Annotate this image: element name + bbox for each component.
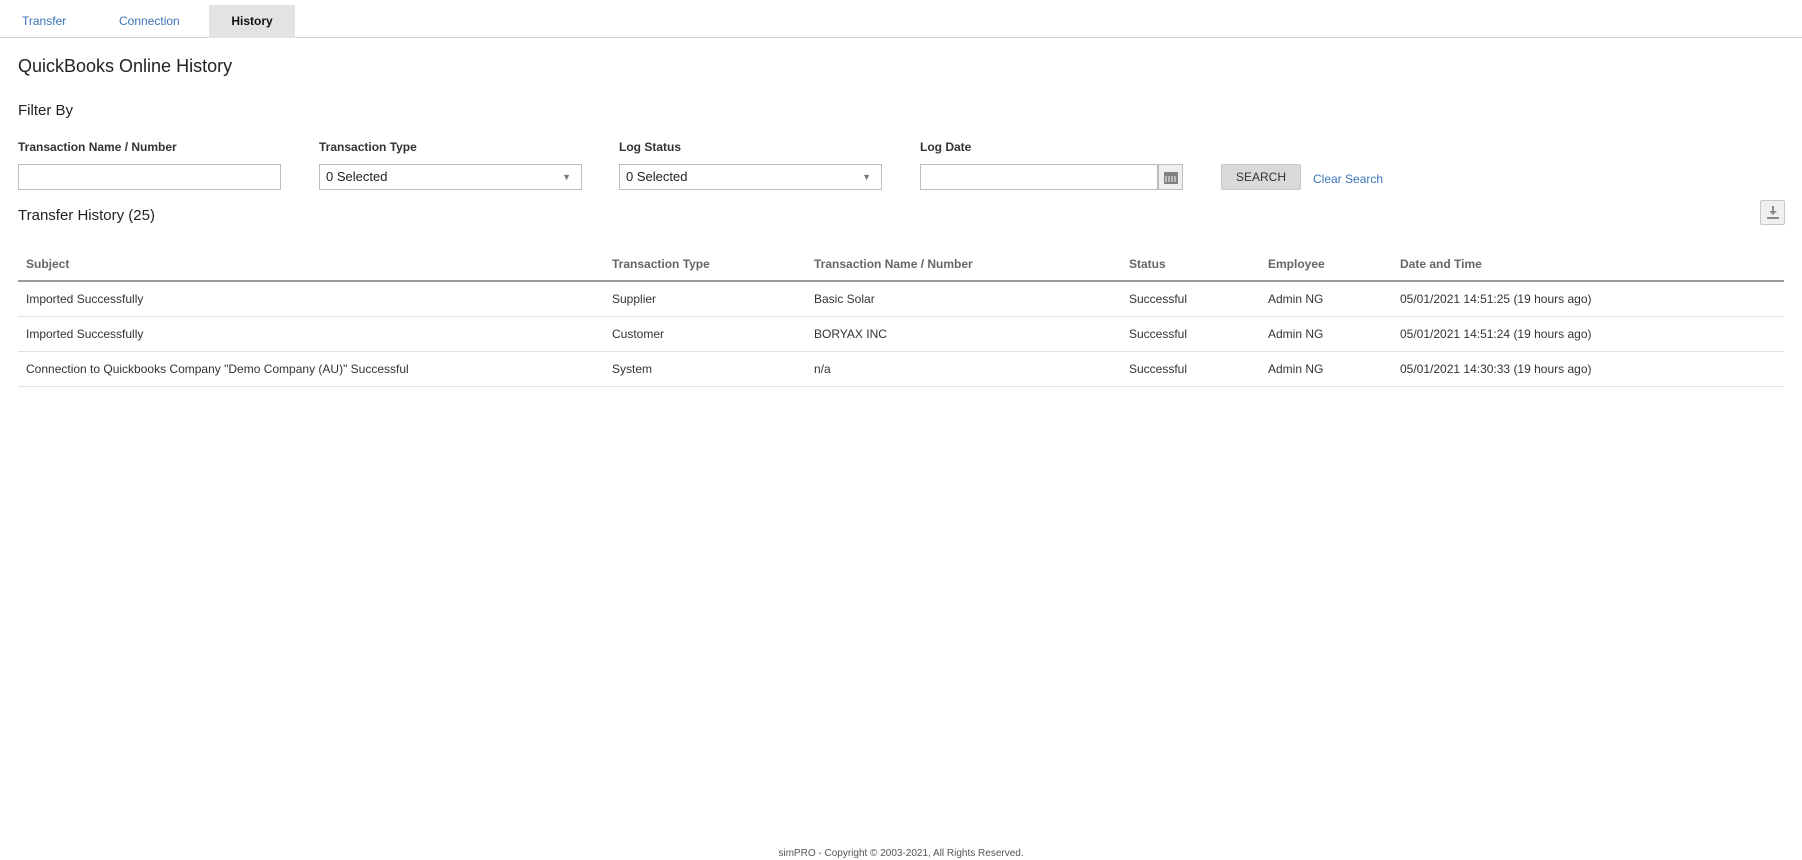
cell-employee: Admin NG (1260, 281, 1392, 317)
history-table: Subject Transaction Type Transaction Nam… (18, 247, 1784, 387)
cell-employee: Admin NG (1260, 351, 1392, 387)
cell-transaction-type: System (604, 351, 806, 387)
log-status-value: 0 Selected (626, 169, 688, 184)
transaction-type-select[interactable]: 0 Selected ▼ (319, 164, 582, 190)
transaction-type-label: Transaction Type (319, 140, 417, 154)
log-date-input[interactable] (920, 164, 1158, 190)
cell-subject: Connection to Quickbooks Company "Demo C… (18, 351, 604, 387)
calendar-icon (1164, 172, 1178, 184)
caret-down-icon: ▼ (862, 172, 871, 182)
transaction-name-label: Transaction Name / Number (18, 140, 177, 154)
cell-transaction-type: Customer (604, 316, 806, 352)
transaction-type-value: 0 Selected (326, 169, 388, 184)
log-status-label: Log Status (619, 140, 681, 154)
export-button[interactable] (1760, 200, 1785, 225)
cell-subject: Imported Successfully (18, 281, 604, 317)
transfer-history-title: Transfer History (25) (18, 207, 155, 224)
cell-transaction-name: Basic Solar (806, 281, 1121, 317)
column-header-status[interactable]: Status (1121, 247, 1260, 282)
column-header-employee[interactable]: Employee (1260, 247, 1392, 282)
column-header-transaction-type[interactable]: Transaction Type (604, 247, 806, 282)
footer-copyright: simPRO - Copyright © 2003-2021, All Righ… (778, 848, 1024, 859)
filter-heading: Filter By (18, 102, 74, 119)
cell-status: Successful (1121, 281, 1260, 317)
tab-history[interactable]: History (209, 5, 295, 38)
cell-date-time: 05/01/2021 14:51:25 (19 hours ago) (1392, 281, 1784, 317)
table-row[interactable]: Connection to Quickbooks Company "Demo C… (18, 351, 1784, 387)
table-header-row: Subject Transaction Type Transaction Nam… (18, 247, 1784, 282)
transaction-name-input[interactable] (18, 164, 281, 190)
date-picker-button[interactable] (1158, 164, 1183, 190)
column-header-date-time[interactable]: Date and Time (1392, 247, 1784, 282)
log-status-select[interactable]: 0 Selected ▼ (619, 164, 882, 190)
cell-date-time: 05/01/2021 14:51:24 (19 hours ago) (1392, 316, 1784, 352)
column-header-transaction-name[interactable]: Transaction Name / Number (806, 247, 1121, 282)
cell-employee: Admin NG (1260, 316, 1392, 352)
download-icon (1767, 206, 1779, 219)
cell-subject: Imported Successfully (18, 316, 604, 352)
cell-transaction-name: BORYAX INC (806, 316, 1121, 352)
cell-date-time: 05/01/2021 14:30:33 (19 hours ago) (1392, 351, 1784, 387)
cell-status: Successful (1121, 351, 1260, 387)
tab-connection[interactable]: Connection (119, 5, 180, 38)
table-row[interactable]: Imported Successfully Customer BORYAX IN… (18, 316, 1784, 352)
tab-bar: Transfer Connection History (0, 0, 1802, 38)
clear-search-link[interactable]: Clear Search (1313, 172, 1383, 186)
page-title: QuickBooks Online History (18, 56, 233, 76)
tab-transfer[interactable]: Transfer (22, 5, 66, 38)
search-button[interactable]: SEARCH (1221, 164, 1301, 190)
column-header-subject[interactable]: Subject (18, 247, 604, 282)
cell-transaction-name: n/a (806, 351, 1121, 387)
log-date-label: Log Date (920, 140, 972, 154)
cell-status: Successful (1121, 316, 1260, 352)
table-row[interactable]: Imported Successfully Supplier Basic Sol… (18, 281, 1784, 317)
cell-transaction-type: Supplier (604, 281, 806, 317)
caret-down-icon: ▼ (562, 172, 571, 182)
